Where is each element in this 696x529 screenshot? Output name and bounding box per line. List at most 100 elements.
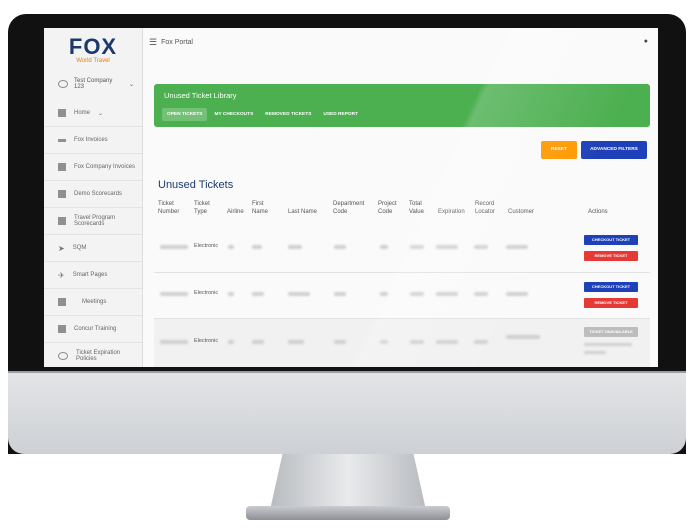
monitor-stand	[270, 454, 426, 510]
topbar: ☰ Fox Portal ●	[143, 28, 658, 56]
ticket-number-cell	[160, 340, 188, 346]
remove-ticket-button[interactable]: REMOVE TICKET	[584, 298, 638, 308]
sidebar-item-fox-company-invoices[interactable]: Fox Company Invoices	[44, 154, 142, 181]
grid-icon	[58, 109, 66, 117]
department-code-cell	[334, 340, 346, 346]
chevron-down-icon: ⌄	[128, 81, 134, 88]
send-icon: ➤	[58, 243, 65, 253]
sidebar-item-label: Fox Invoices	[74, 137, 108, 143]
header-project-code: Project Code	[378, 201, 397, 215]
flight-icon: ✈	[58, 270, 65, 280]
chevron-down-icon: ⌄	[98, 110, 104, 117]
table-row: Electronic CHECKOUT TICKET REMOVE TICKET	[154, 273, 650, 319]
list-icon	[58, 138, 66, 142]
checkout-ticket-button[interactable]: CHECKOUT TICKET	[584, 282, 638, 292]
first-name-cell	[252, 292, 264, 298]
window-icon	[58, 163, 66, 171]
sidebar-item-home[interactable]: Home ⌄	[44, 100, 142, 127]
clock-icon	[58, 352, 68, 360]
customer-cell	[506, 292, 528, 298]
screen: FOX World Travel Test Company 123 ⌄ Home…	[44, 28, 658, 367]
logo-text: FOX	[68, 34, 118, 59]
sidebar-item-label: Home	[74, 110, 91, 116]
menu-icon[interactable]: ☰	[149, 37, 157, 48]
airline-cell	[228, 292, 234, 298]
building-icon	[58, 298, 66, 306]
table-row: Electronic CHECKOUT TICKET REMOVE TICKET	[154, 226, 650, 273]
sidebar-item-sqm[interactable]: ➤ SQM	[44, 235, 142, 262]
record-locator-cell	[474, 245, 488, 251]
sidebar-item-smart-pages[interactable]: ✈ Smart Pages	[44, 262, 142, 289]
sidebar-item-label: SQM	[72, 245, 87, 251]
chart-icon	[58, 217, 66, 225]
monitor-stand-base	[246, 506, 450, 520]
checked-out-note	[584, 342, 632, 348]
first-name-cell	[252, 245, 262, 251]
sidebar-item-label: Travel Program Scorecards	[74, 215, 116, 227]
header-last-name: Last Name	[288, 209, 318, 215]
library-tabs: OPEN TICKETS MY CHECKOUTS REMOVED TICKET…	[162, 108, 363, 121]
header-record-locator: Record Locator	[475, 201, 496, 215]
department-code-cell	[334, 245, 346, 251]
sidebar-item-label: Fox Company Invoices	[74, 164, 136, 170]
ticket-number-cell	[160, 245, 188, 251]
header-department-code: Department Code	[333, 201, 365, 215]
company-selector[interactable]: Test Company 123 ⌄	[44, 64, 142, 100]
tab-used-report[interactable]: USED REPORT	[318, 108, 363, 121]
airline-cell	[228, 245, 234, 251]
tab-my-checkouts[interactable]: MY CHECKOUTS	[209, 108, 258, 121]
library-title: Unused Ticket Library	[164, 91, 237, 100]
sidebar-item-fox-invoices[interactable]: Fox Invoices	[44, 127, 142, 154]
record-locator-cell	[474, 340, 488, 346]
sidebar-item-label: Concur Training	[74, 326, 117, 332]
last-name-cell	[288, 340, 304, 346]
checkout-ticket-button[interactable]: CHECKOUT TICKET	[584, 235, 638, 245]
header-ticket-type: Ticket Type	[194, 201, 210, 215]
advanced-filters-button[interactable]: ADVANCED FILTERS	[581, 141, 647, 159]
sidebar-item-label: Ticket Expiration Policies	[76, 350, 121, 362]
header-actions: Actions	[588, 209, 608, 215]
last-name-cell	[288, 245, 302, 251]
project-code-cell	[380, 245, 388, 251]
user-icon[interactable]: ●	[644, 38, 648, 45]
sidebar-item-meetings[interactable]: Meetings	[44, 289, 142, 316]
total-value-cell	[410, 292, 424, 298]
sidebar-item-label: Demo Scorecards	[74, 191, 123, 197]
header-expiration: Expiration	[438, 209, 465, 215]
customer-cell	[506, 245, 528, 251]
customer-cell	[506, 335, 540, 341]
sidebar: FOX World Travel Test Company 123 ⌄ Home…	[44, 28, 143, 367]
library-header: Unused Ticket Library OPEN TICKETS MY CH…	[154, 84, 650, 127]
header-first-name: First Name	[252, 201, 269, 215]
sidebar-item-travel-program-scorecards[interactable]: Travel Program Scorecards	[44, 208, 142, 235]
first-name-cell	[252, 340, 264, 346]
tab-removed-tickets[interactable]: REMOVED TICKETS	[260, 108, 316, 121]
tab-open-tickets[interactable]: OPEN TICKETS	[162, 108, 208, 121]
project-code-cell	[380, 292, 388, 298]
record-locator-cell	[474, 292, 488, 298]
logo: FOX World Travel	[44, 28, 142, 65]
header-ticket-number: Ticket Number	[158, 201, 180, 215]
reset-button[interactable]: RESET	[541, 141, 577, 159]
sidebar-item-demo-scorecards[interactable]: Demo Scorecards	[44, 181, 142, 208]
table-row: Electronic TICKET UNAVAILABLE	[154, 319, 650, 367]
monitor-chin	[8, 371, 686, 454]
total-value-cell	[410, 245, 424, 251]
expiration-cell	[436, 340, 458, 346]
department-code-cell	[334, 292, 346, 298]
ticket-type-cell: Electronic	[194, 290, 219, 296]
remove-ticket-button[interactable]: REMOVE TICKET	[584, 251, 638, 261]
project-code-cell	[380, 340, 388, 346]
header-total-value: Total Value	[409, 201, 424, 215]
airline-cell	[228, 340, 234, 346]
monitor-chin-edge	[8, 371, 686, 373]
ticket-type-cell: Electronic	[194, 243, 219, 249]
portal-title: Fox Portal	[161, 38, 193, 46]
company-name: Test Company 123	[74, 78, 113, 90]
checked-out-by	[584, 350, 606, 356]
sidebar-item-label: Smart Pages	[72, 272, 108, 278]
last-name-cell	[288, 292, 310, 298]
header-customer: Customer	[508, 209, 535, 215]
sidebar-item-concur-training[interactable]: Concur Training	[44, 316, 142, 343]
sidebar-item-ticket-expiration-policies[interactable]: Ticket Expiration Policies	[44, 343, 142, 367]
